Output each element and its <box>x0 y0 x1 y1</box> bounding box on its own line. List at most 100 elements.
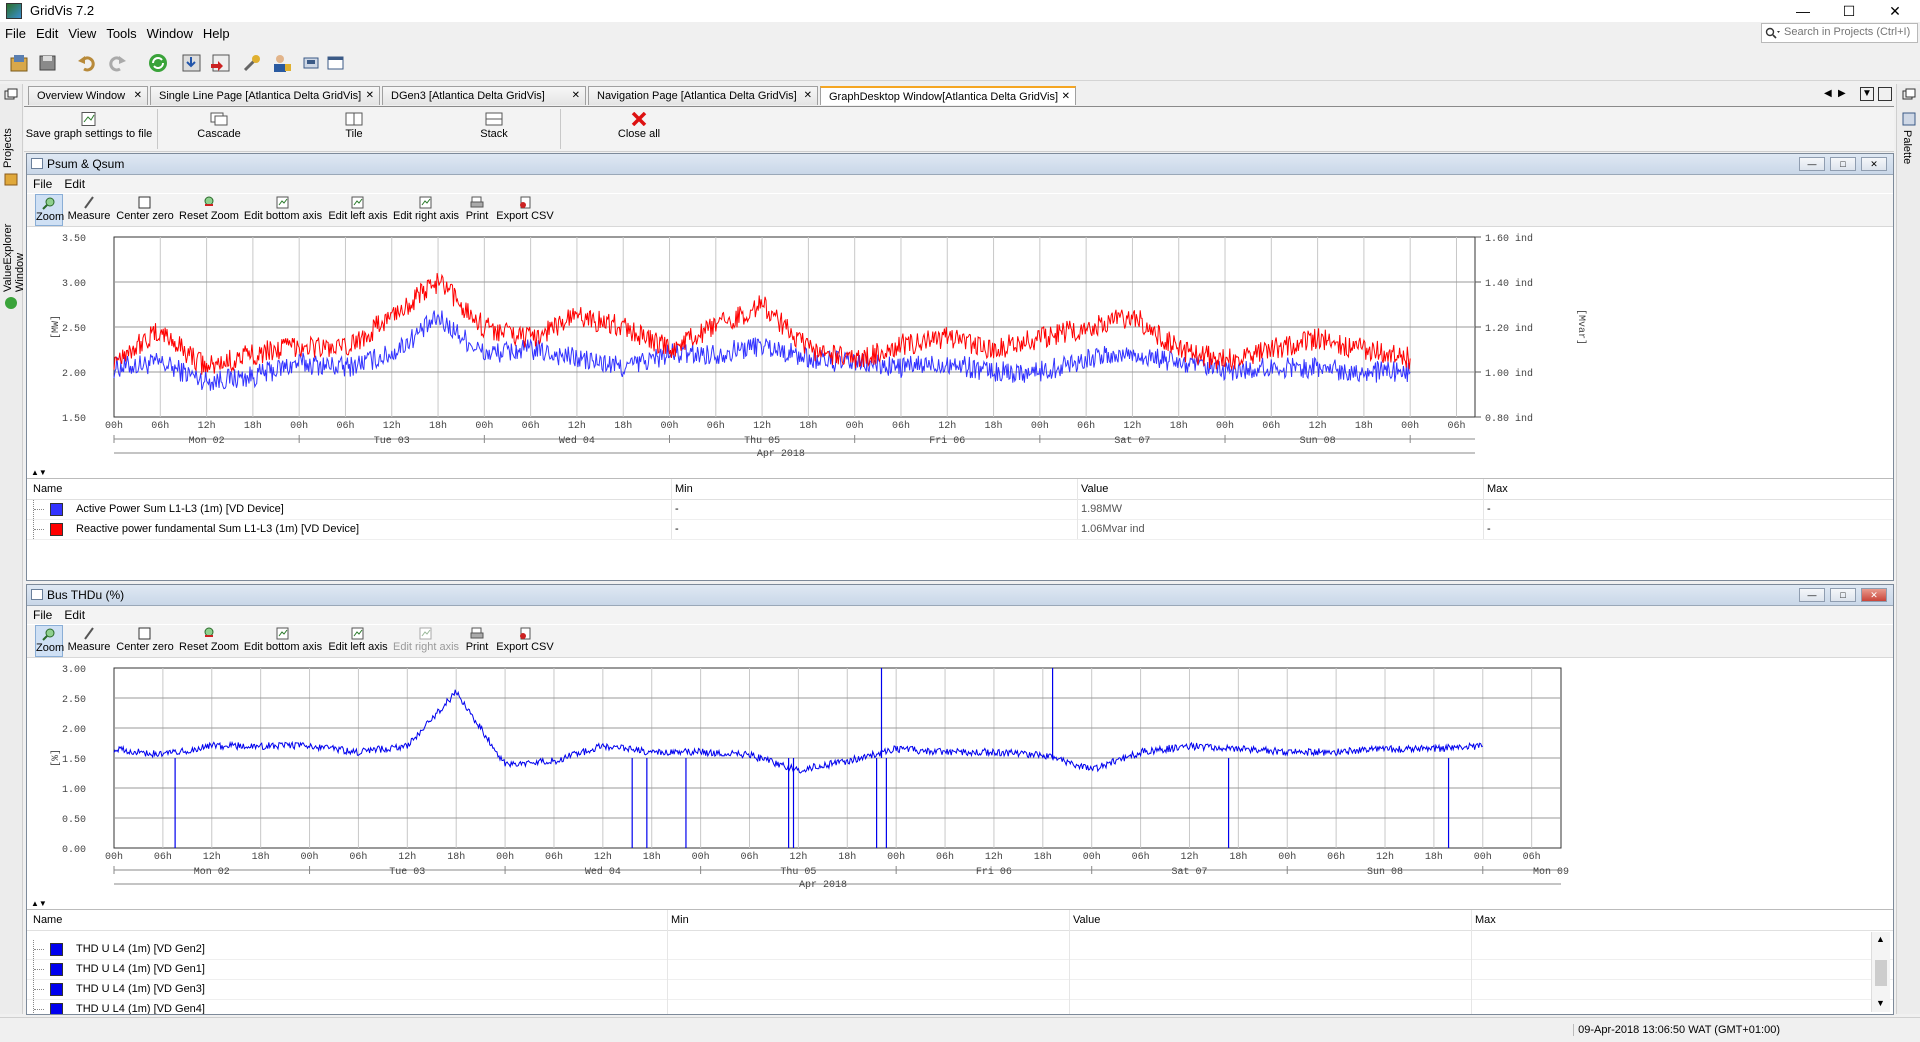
close-window-button[interactable]: ✕ <box>1872 0 1918 22</box>
tab-scroll-left-icon[interactable]: ◀ <box>1824 88 1832 99</box>
col-max-header[interactable]: Max <box>1475 914 1496 926</box>
undo-icon[interactable] <box>76 52 100 74</box>
tile-button[interactable]: Tile <box>324 107 384 151</box>
sync-icon[interactable] <box>146 52 170 74</box>
scroll-up-icon[interactable]: ▲ <box>1876 934 1885 944</box>
edit-left-axis-button[interactable]: Edit left axis <box>327 194 389 226</box>
splitter-arrows-icon[interactable]: ▲▼ <box>31 468 47 477</box>
col-value-header[interactable]: Value <box>1073 914 1100 926</box>
edit-left-axis-button[interactable]: Edit left axis <box>327 625 389 657</box>
center-zero-button[interactable]: Center zero <box>115 194 175 226</box>
chart-bus-thdu[interactable]: 00h 06h 12h 18h 00h 06h 12h 18h 00h 06h 12h 18h 00h 0… <box>27 658 1893 898</box>
legend-row[interactable]: THD U L4 (1m) [VD Gen2] <box>27 940 1893 960</box>
reset-zoom-button[interactable]: Reset Zoom <box>179 625 239 657</box>
save-all-icon[interactable] <box>36 52 60 74</box>
tab-scroll-right-icon[interactable]: ▶ <box>1838 88 1846 99</box>
device-icon[interactable] <box>300 52 324 74</box>
tools-icon[interactable] <box>240 52 264 74</box>
legend-scrollbar[interactable]: ▲ ▼ <box>1871 932 1890 1012</box>
graph-menu-edit[interactable]: Edit <box>58 606 91 624</box>
window-icon[interactable] <box>324 52 348 74</box>
scroll-down-icon[interactable]: ▼ <box>1876 998 1885 1008</box>
export-csv-button[interactable]: Export CSV <box>495 194 555 226</box>
legend-row[interactable]: Active Power Sum L1-L3 (1m) [VD Device] … <box>27 500 1893 520</box>
maximize-button[interactable]: ☐ <box>1826 0 1872 22</box>
maximize-tab-icon[interactable] <box>1878 87 1892 101</box>
edit-right-axis-button[interactable]: Edit right axis <box>393 625 459 657</box>
series-color-swatch[interactable] <box>50 523 63 536</box>
col-min-header[interactable]: Min <box>675 483 693 495</box>
graph-menu-file[interactable]: File <box>27 606 58 624</box>
series-color-swatch[interactable] <box>50 503 63 516</box>
close-tab-icon[interactable]: ✕ <box>1062 88 1070 106</box>
col-value-header[interactable]: Value <box>1081 483 1108 495</box>
search-box[interactable] <box>1761 23 1918 43</box>
value-explorer-tab[interactable]: ValueExplorer Window <box>2 192 26 292</box>
minimize-graph-button[interactable]: — <box>1799 157 1825 171</box>
search-input[interactable] <box>1784 26 1916 38</box>
print-button[interactable]: Print <box>463 194 491 226</box>
save-graph-settings-button[interactable]: Save graph settings to file <box>24 107 154 151</box>
graph-menu-edit[interactable]: Edit <box>58 175 91 193</box>
close-all-button[interactable]: Close all <box>604 107 674 151</box>
user-icon[interactable] <box>270 52 294 74</box>
minimize-graph-button[interactable]: — <box>1799 588 1825 602</box>
menu-tools[interactable]: Tools <box>101 24 141 44</box>
minimize-button[interactable]: — <box>1780 0 1826 22</box>
center-zero-button[interactable]: Center zero <box>115 625 175 657</box>
menu-file[interactable]: File <box>0 24 31 44</box>
menu-edit[interactable]: Edit <box>31 24 63 44</box>
col-name-header[interactable]: Name <box>33 483 62 495</box>
close-graph-button[interactable]: ✕ <box>1861 588 1887 602</box>
col-name-header[interactable]: Name <box>33 914 62 926</box>
menu-help[interactable]: Help <box>198 24 235 44</box>
close-graph-button[interactable]: ✕ <box>1861 157 1887 171</box>
legend-row[interactable]: Reactive power fundamental Sum L1-L3 (1m… <box>27 520 1893 540</box>
zoom-button[interactable]: Zoom <box>35 625 64 657</box>
measure-button[interactable]: Measure <box>67 194 111 226</box>
edit-bottom-axis-button[interactable]: Edit bottom axis <box>243 625 323 657</box>
reset-zoom-button[interactable]: Reset Zoom <box>179 194 239 226</box>
palette-tab[interactable]: Palette <box>1901 130 1913 180</box>
restore-panel-icon[interactable] <box>4 88 18 100</box>
legend-row[interactable]: THD U L4 (1m) [VD Gen4] <box>27 1000 1893 1014</box>
maximize-graph-button[interactable]: □ <box>1830 588 1856 602</box>
edit-bottom-axis-button[interactable]: Edit bottom axis <box>243 194 323 226</box>
tab-graph-desktop-window[interactable]: GraphDesktop Window[Atlantica Delta Grid… <box>820 86 1076 105</box>
tab-list-icon[interactable]: ▼ <box>1860 87 1874 101</box>
edit-right-axis-button[interactable]: Edit right axis <box>393 194 459 226</box>
legend-row[interactable]: THD U L4 (1m) [VD Gen1] <box>27 960 1893 980</box>
zoom-button[interactable]: Zoom <box>35 194 64 226</box>
legend-row[interactable]: THD U L4 (1m) [VD Gen3] <box>27 980 1893 1000</box>
stack-button[interactable]: Stack <box>464 107 524 151</box>
scrollbar-thumb[interactable] <box>1875 960 1887 986</box>
measure-button[interactable]: Measure <box>67 625 111 657</box>
tab-navigation-page[interactable]: Navigation Page [Atlantica Delta GridVis… <box>588 86 818 105</box>
graph-menu-file[interactable]: File <box>27 175 58 193</box>
close-tab-icon[interactable]: ✕ <box>804 87 812 105</box>
series-color-swatch[interactable] <box>50 963 63 976</box>
projects-tab[interactable]: Projects <box>2 108 14 168</box>
print-button[interactable]: Print <box>463 625 491 657</box>
upload-icon[interactable] <box>208 52 232 74</box>
close-tab-icon[interactable]: ✕ <box>134 87 142 105</box>
restore-palette-icon[interactable] <box>1902 88 1916 100</box>
col-min-header[interactable]: Min <box>671 914 689 926</box>
cascade-button[interactable]: Cascade <box>184 107 254 151</box>
redo-icon[interactable] <box>104 52 128 74</box>
series-color-swatch[interactable] <box>50 1003 63 1014</box>
close-tab-icon[interactable]: ✕ <box>366 87 374 105</box>
splitter-arrows-icon[interactable]: ▲▼ <box>31 899 47 908</box>
maximize-graph-button[interactable]: □ <box>1830 157 1856 171</box>
series-color-swatch[interactable] <box>50 983 63 996</box>
menu-window[interactable]: Window <box>142 24 198 44</box>
export-csv-button[interactable]: Export CSV <box>495 625 555 657</box>
close-tab-icon[interactable]: ✕ <box>572 87 580 105</box>
menu-view[interactable]: View <box>63 24 101 44</box>
tab-single-line-page[interactable]: Single Line Page [Atlantica Delta GridVi… <box>150 86 380 105</box>
tab-overview-window[interactable]: Overview Window ✕ <box>28 86 148 105</box>
col-max-header[interactable]: Max <box>1487 483 1508 495</box>
download-icon[interactable] <box>180 52 204 74</box>
tab-dgen3[interactable]: DGen3 [Atlantica Delta GridVis] ✕ <box>382 86 586 105</box>
series-color-swatch[interactable] <box>50 943 63 956</box>
